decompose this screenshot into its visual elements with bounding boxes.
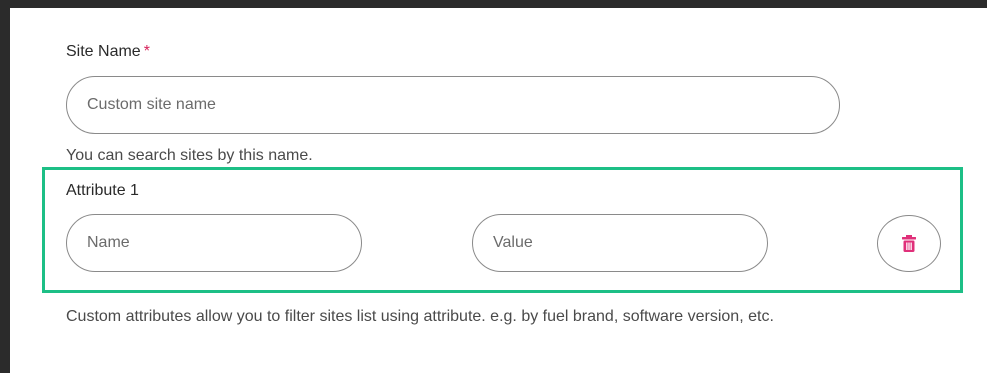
- site-name-input[interactable]: [66, 76, 840, 134]
- required-indicator: *: [143, 43, 150, 60]
- window-frame-left: [0, 0, 10, 373]
- delete-attribute-button[interactable]: [877, 215, 941, 272]
- attribute-name-input[interactable]: [66, 214, 362, 272]
- attributes-helper-text: Custom attributes allow you to filter si…: [66, 308, 774, 325]
- site-name-helper-text: You can search sites by this name.: [66, 147, 313, 164]
- attribute-value-input[interactable]: [472, 214, 768, 272]
- window-frame-top: [0, 0, 987, 8]
- trash-icon: [902, 235, 916, 252]
- site-name-label-text: Site Name: [66, 43, 141, 60]
- site-name-label: Site Name *: [66, 43, 150, 61]
- attribute-1-label: Attribute 1: [66, 182, 139, 199]
